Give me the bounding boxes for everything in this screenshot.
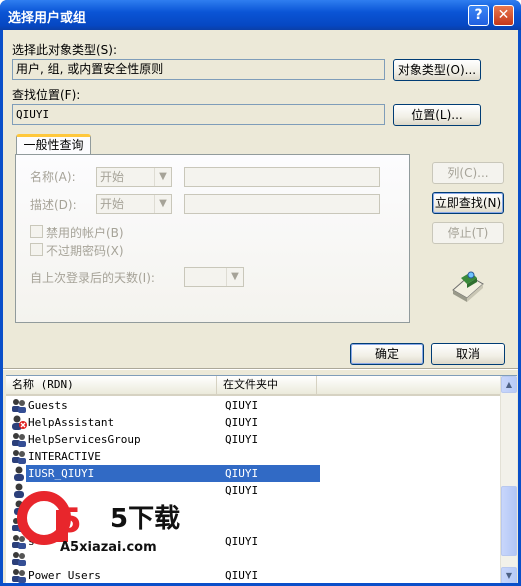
name-input[interactable] [184, 167, 380, 187]
row-folder: QIUYI [225, 535, 259, 548]
help-button[interactable]: ? [468, 5, 489, 26]
tab-common-queries[interactable]: 一般性查询 [16, 134, 91, 155]
user-icon [11, 466, 27, 481]
days-since-logon-select[interactable]: ▼ [184, 267, 244, 287]
table-row[interactable]: INTERACTIVE [6, 448, 500, 465]
column-header-name[interactable]: 名称 (RDN) [6, 376, 217, 394]
group-icon [11, 449, 27, 464]
ok-button[interactable]: 确定 [350, 343, 424, 365]
row-folder: QIUYI [225, 484, 259, 497]
watermark-logo: 5 5下载 A5xiazai.com [10, 480, 210, 560]
object-type-label: 选择此对象类型(S): [12, 43, 118, 57]
description-input[interactable] [184, 194, 380, 214]
description-mode-select[interactable]: 开始 ▼ [96, 194, 172, 214]
window-title: 选择用户或组 [8, 11, 87, 26]
name-mode-value: 开始 [100, 170, 125, 184]
column-header-folder[interactable]: 在文件夹中 [217, 376, 317, 394]
table-row[interactable]: Guests QIUYI [6, 397, 500, 414]
chevron-down-icon: ▼ [226, 268, 243, 286]
days-since-logon-label: 自上次登录后的天数(I): [30, 271, 155, 285]
description-mode-value: 开始 [100, 197, 125, 211]
stop-button[interactable]: 停止(T) [432, 222, 504, 244]
chevron-down-icon: ▼ [154, 168, 171, 186]
chevron-down-icon: ▼ [154, 195, 171, 213]
disabled-accounts-checkbox[interactable] [30, 225, 43, 238]
find-now-button[interactable]: 立即查找(N) [432, 192, 504, 214]
dialog-window: 选择用户或组 ? ✕ 选择此对象类型(S): 用户, 组, 或内置安全性原则 对… [0, 0, 521, 586]
row-name: INTERACTIVE [28, 450, 101, 463]
group-icon [11, 568, 27, 583]
table-row[interactable]: Power Users QIUYI [6, 567, 500, 583]
name-mode-select[interactable]: 开始 ▼ [96, 167, 172, 187]
divider [3, 368, 518, 370]
cancel-button[interactable]: 取消 [431, 343, 505, 365]
row-folder: QIUYI [225, 569, 259, 582]
row-name: HelpAssistant [28, 416, 115, 429]
group-icon [11, 398, 27, 413]
svg-text:5: 5 [58, 501, 82, 541]
object-types-button[interactable]: 对象类型(O)... [393, 59, 481, 81]
name-label: 名称(A): [30, 170, 76, 184]
title-bar[interactable]: 选择用户或组 ? ✕ [0, 0, 521, 30]
group-icon [11, 432, 27, 447]
row-name: HelpServicesGroup [28, 433, 141, 446]
scroll-up-icon[interactable]: ▲ [501, 376, 517, 393]
scroll-thumb[interactable] [501, 486, 517, 556]
scroll-down-icon[interactable]: ▼ [501, 567, 517, 583]
row-name: Power Users [28, 569, 101, 582]
location-field: QIUYI [12, 104, 385, 125]
locations-button[interactable]: 位置(L)... [393, 104, 481, 126]
location-label: 查找位置(F): [12, 88, 81, 102]
row-name: Guests [28, 399, 68, 412]
results-header: 名称 (RDN) 在文件夹中 [6, 376, 500, 396]
disabled-user-icon [11, 415, 27, 430]
table-row[interactable]: HelpServicesGroup QIUYI [6, 431, 500, 448]
row-folder: QIUYI [225, 416, 259, 429]
description-label: 描述(D): [30, 198, 77, 212]
close-button[interactable]: ✕ [493, 5, 514, 26]
query-panel: 名称(A): 开始 ▼ 描述(D): 开始 ▼ 禁用的帐户(B) 不过期密码(X… [15, 154, 410, 323]
search-flashlight-icon [452, 271, 484, 302]
non-expiring-password-checkbox[interactable] [30, 243, 43, 256]
vertical-scrollbar[interactable]: ▲ ▼ [500, 376, 517, 583]
object-type-field: 用户, 组, 或内置安全性原则 [12, 59, 385, 80]
columns-button[interactable]: 列(C)... [432, 162, 504, 184]
row-folder: QIUYI [225, 433, 259, 446]
watermark-site: A5xiazai.com [60, 540, 157, 555]
row-folder: QIUYI [225, 399, 259, 412]
table-row[interactable]: HelpAssistant QIUYI [6, 414, 500, 431]
watermark-brand: 5下载 [110, 504, 181, 534]
row-folder: QIUYI [225, 467, 259, 480]
non-expiring-password-label: 不过期密码(X) [46, 244, 124, 258]
disabled-accounts-label: 禁用的帐户(B) [46, 226, 124, 240]
